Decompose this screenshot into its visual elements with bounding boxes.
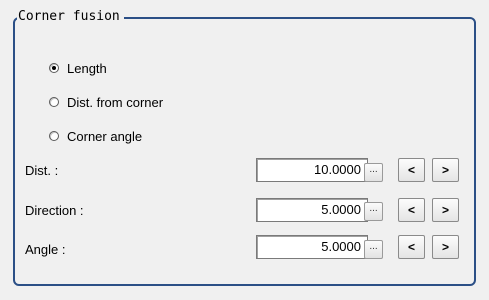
group-title: Corner fusion — [17, 9, 124, 25]
angle-input[interactable]: 5.0000 — [256, 235, 368, 259]
angle-increment-button[interactable]: > — [432, 235, 459, 259]
angle-label: Angle : — [25, 242, 66, 257]
direction-label: Direction : — [25, 203, 84, 218]
radio-unchecked-icon — [49, 97, 59, 107]
radio-dist-from-corner[interactable]: Dist. from corner — [49, 93, 163, 111]
dist-more-button[interactable]: ... — [364, 163, 383, 182]
radio-corner-angle[interactable]: Corner angle — [49, 127, 142, 145]
direction-more-button[interactable]: ... — [364, 202, 383, 221]
direction-increment-button[interactable]: > — [432, 198, 459, 222]
direction-decrement-button[interactable]: < — [398, 198, 425, 222]
radio-unchecked-icon — [49, 131, 59, 141]
dist-input[interactable]: 10.0000 — [256, 158, 368, 182]
direction-input[interactable]: 5.0000 — [256, 198, 368, 222]
radio-checked-icon — [49, 63, 59, 73]
dist-label: Dist. : — [25, 163, 59, 178]
radio-label-dist-from-corner: Dist. from corner — [67, 94, 164, 110]
radio-label-length: Length — [67, 60, 107, 76]
angle-decrement-button[interactable]: < — [398, 235, 425, 259]
dist-decrement-button[interactable]: < — [398, 158, 425, 182]
radio-length[interactable]: Length — [49, 59, 107, 77]
radio-label-corner-angle: Corner angle — [67, 128, 143, 144]
dist-increment-button[interactable]: > — [432, 158, 459, 182]
angle-more-button[interactable]: ... — [364, 240, 383, 259]
